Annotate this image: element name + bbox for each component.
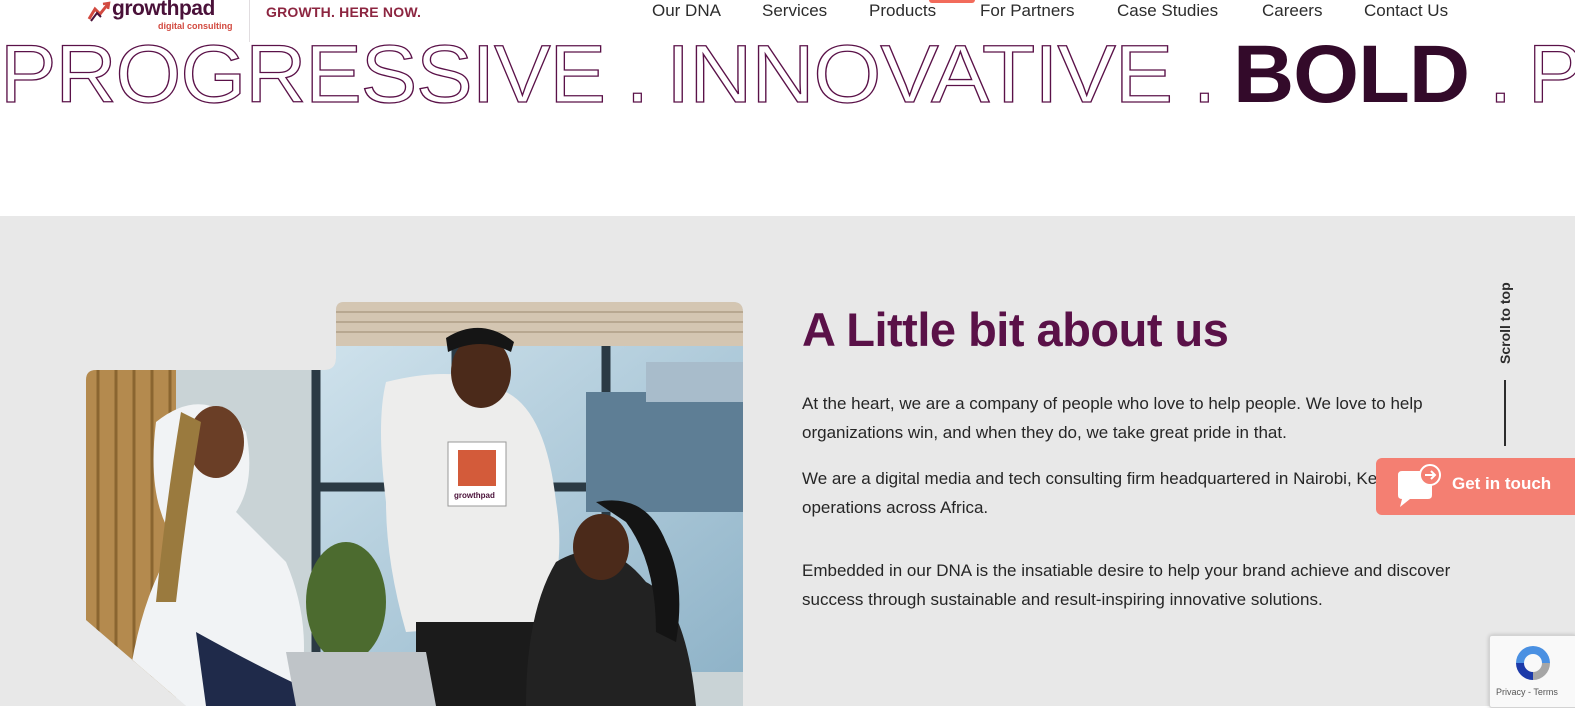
marquee-separator: . <box>1489 32 1511 118</box>
nav-case-studies[interactable]: Case Studies <box>1117 1 1218 21</box>
marquee-word-bold: BOLD <box>1233 32 1469 118</box>
about-paragraph-2: We are a digital media and tech consulti… <box>802 469 1445 517</box>
nav-our-dna[interactable]: Our DNA <box>652 1 721 21</box>
nav-products[interactable]: Products <box>869 1 936 21</box>
site-header: growthpad digital consulting GROWTH. HER… <box>0 0 1575 42</box>
marquee-word-progressive: PROGRESSIVE <box>0 32 605 118</box>
chat-arrow-icon <box>1398 464 1441 507</box>
marquee-word-innovative: INNOVATIVE <box>666 32 1172 118</box>
scroll-to-top-button[interactable]: Scroll to top <box>1490 272 1520 452</box>
team-photo: growthpad <box>86 302 743 706</box>
marquee-word-partial: P <box>1528 32 1575 118</box>
hoodie-logo-text: growthpad <box>454 491 495 500</box>
recaptcha-badge[interactable]: Privacy - Terms <box>1489 635 1575 708</box>
nav-for-partners[interactable]: For Partners <box>980 1 1074 21</box>
about-paragraph-1: At the heart, we are a company of people… <box>802 394 1423 442</box>
nav-careers[interactable]: Careers <box>1262 1 1322 21</box>
get-in-touch-label: Get in touch <box>1452 474 1552 493</box>
about-section: growthpad A Little bit about us At the h… <box>0 216 1575 708</box>
values-marquee: PROGRESSIVE . INNOVATIVE . BOLD . P <box>0 32 1575 118</box>
main-nav: Our DNA Services Products For Partners C… <box>0 0 1575 30</box>
marquee-separator: . <box>626 32 648 118</box>
about-paragraph-3: Embedded in our DNA is the insatiable de… <box>802 561 1451 609</box>
scroll-to-top-line <box>1504 380 1506 446</box>
marquee-text: PROGRESSIVE . INNOVATIVE . BOLD . P <box>0 32 1575 118</box>
about-heading: A Little bit about us <box>802 303 1229 356</box>
marquee-separator: . <box>1193 32 1215 118</box>
get-in-touch-button[interactable]: Get in touch <box>1376 458 1575 515</box>
recaptcha-privacy-terms[interactable]: Privacy - Terms <box>1496 687 1558 697</box>
nav-services[interactable]: Services <box>762 1 827 21</box>
scroll-to-top-label: Scroll to top <box>1497 282 1513 364</box>
nav-contact-us[interactable]: Contact Us <box>1364 1 1448 21</box>
recaptcha-icon <box>1516 646 1550 680</box>
